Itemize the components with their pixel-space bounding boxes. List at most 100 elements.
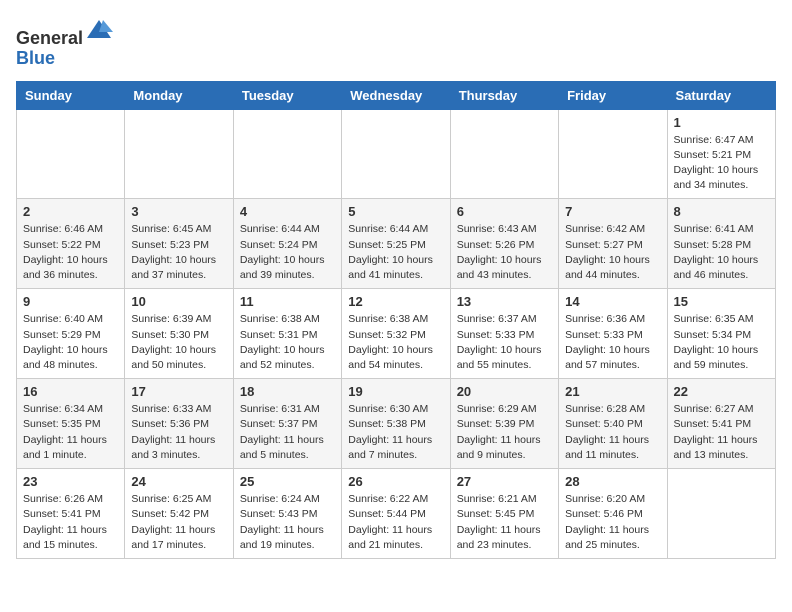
day-info: Sunrise: 6:40 AM Sunset: 5:29 PM Dayligh…	[23, 312, 118, 373]
day-info: Sunrise: 6:46 AM Sunset: 5:22 PM Dayligh…	[23, 222, 118, 283]
day-number: 17	[131, 384, 226, 399]
day-cell: 22 Sunrise: 6:27 AM Sunset: 5:41 PM Dayli…	[667, 379, 775, 469]
logo-blue: Blue	[16, 48, 55, 68]
day-number: 8	[674, 204, 769, 219]
day-number: 4	[240, 204, 335, 219]
day-cell: 20 Sunrise: 6:29 AM Sunset: 5:39 PM Dayli…	[450, 379, 558, 469]
day-number: 10	[131, 294, 226, 309]
day-cell: 27 Sunrise: 6:21 AM Sunset: 5:45 PM Dayli…	[450, 469, 558, 559]
weekday-header-tuesday: Tuesday	[233, 81, 341, 109]
day-cell: 13 Sunrise: 6:37 AM Sunset: 5:33 PM Dayli…	[450, 289, 558, 379]
day-cell	[125, 109, 233, 199]
day-info: Sunrise: 6:42 AM Sunset: 5:27 PM Dayligh…	[565, 222, 660, 283]
day-info: Sunrise: 6:21 AM Sunset: 5:45 PM Dayligh…	[457, 492, 552, 553]
day-number: 5	[348, 204, 443, 219]
day-number: 24	[131, 474, 226, 489]
day-cell: 24 Sunrise: 6:25 AM Sunset: 5:42 PM Dayli…	[125, 469, 233, 559]
day-cell: 15 Sunrise: 6:35 AM Sunset: 5:34 PM Dayli…	[667, 289, 775, 379]
day-cell	[667, 469, 775, 559]
day-cell: 5 Sunrise: 6:44 AM Sunset: 5:25 PM Daylig…	[342, 199, 450, 289]
day-number: 3	[131, 204, 226, 219]
day-info: Sunrise: 6:44 AM Sunset: 5:24 PM Dayligh…	[240, 222, 335, 283]
day-info: Sunrise: 6:31 AM Sunset: 5:37 PM Dayligh…	[240, 402, 335, 463]
day-cell: 6 Sunrise: 6:43 AM Sunset: 5:26 PM Daylig…	[450, 199, 558, 289]
day-info: Sunrise: 6:24 AM Sunset: 5:43 PM Dayligh…	[240, 492, 335, 553]
day-info: Sunrise: 6:38 AM Sunset: 5:32 PM Dayligh…	[348, 312, 443, 373]
day-info: Sunrise: 6:27 AM Sunset: 5:41 PM Dayligh…	[674, 402, 769, 463]
day-number: 2	[23, 204, 118, 219]
day-cell: 1 Sunrise: 6:47 AM Sunset: 5:21 PM Daylig…	[667, 109, 775, 199]
week-row-2: 2 Sunrise: 6:46 AM Sunset: 5:22 PM Daylig…	[17, 199, 776, 289]
day-cell: 14 Sunrise: 6:36 AM Sunset: 5:33 PM Dayli…	[559, 289, 667, 379]
day-number: 14	[565, 294, 660, 309]
day-number: 18	[240, 384, 335, 399]
day-number: 1	[674, 115, 769, 130]
day-info: Sunrise: 6:26 AM Sunset: 5:41 PM Dayligh…	[23, 492, 118, 553]
day-number: 13	[457, 294, 552, 309]
day-cell	[233, 109, 341, 199]
day-cell: 17 Sunrise: 6:33 AM Sunset: 5:36 PM Dayli…	[125, 379, 233, 469]
day-cell: 25 Sunrise: 6:24 AM Sunset: 5:43 PM Dayli…	[233, 469, 341, 559]
day-info: Sunrise: 6:37 AM Sunset: 5:33 PM Dayligh…	[457, 312, 552, 373]
day-number: 22	[674, 384, 769, 399]
day-info: Sunrise: 6:45 AM Sunset: 5:23 PM Dayligh…	[131, 222, 226, 283]
day-number: 25	[240, 474, 335, 489]
day-cell: 9 Sunrise: 6:40 AM Sunset: 5:29 PM Daylig…	[17, 289, 125, 379]
day-info: Sunrise: 6:44 AM Sunset: 5:25 PM Dayligh…	[348, 222, 443, 283]
day-cell: 10 Sunrise: 6:39 AM Sunset: 5:30 PM Dayli…	[125, 289, 233, 379]
day-number: 26	[348, 474, 443, 489]
day-cell: 19 Sunrise: 6:30 AM Sunset: 5:38 PM Dayli…	[342, 379, 450, 469]
day-cell: 3 Sunrise: 6:45 AM Sunset: 5:23 PM Daylig…	[125, 199, 233, 289]
day-number: 21	[565, 384, 660, 399]
weekday-header-monday: Monday	[125, 81, 233, 109]
day-number: 28	[565, 474, 660, 489]
weekday-header-friday: Friday	[559, 81, 667, 109]
day-cell: 16 Sunrise: 6:34 AM Sunset: 5:35 PM Dayli…	[17, 379, 125, 469]
logo: General Blue	[16, 16, 113, 69]
day-number: 16	[23, 384, 118, 399]
day-number: 6	[457, 204, 552, 219]
day-cell: 11Sunrise: 6:38 AM Sunset: 5:31 PM Dayli…	[233, 289, 341, 379]
day-number: 19	[348, 384, 443, 399]
day-cell: 8Sunrise: 6:41 AM Sunset: 5:28 PM Daylig…	[667, 199, 775, 289]
day-cell: 21Sunrise: 6:28 AM Sunset: 5:40 PM Dayli…	[559, 379, 667, 469]
weekday-header-thursday: Thursday	[450, 81, 558, 109]
day-number: 27	[457, 474, 552, 489]
logo-general: General	[16, 28, 83, 48]
day-cell: 2 Sunrise: 6:46 AM Sunset: 5:22 PM Daylig…	[17, 199, 125, 289]
day-number: 7	[565, 204, 660, 219]
day-number: 20	[457, 384, 552, 399]
day-number: 23	[23, 474, 118, 489]
day-info: Sunrise: 6:36 AM Sunset: 5:33 PM Dayligh…	[565, 312, 660, 373]
page-header: General Blue	[16, 16, 776, 69]
weekday-header-row: SundayMondayTuesdayWednesdayThursdayFrid…	[17, 81, 776, 109]
day-number: 15	[674, 294, 769, 309]
day-number: 9	[23, 294, 118, 309]
day-cell: 28 Sunrise: 6:20 AM Sunset: 5:46 PM Dayli…	[559, 469, 667, 559]
day-cell: 4 Sunrise: 6:44 AM Sunset: 5:24 PM Daylig…	[233, 199, 341, 289]
day-cell: 23 Sunrise: 6:26 AM Sunset: 5:41 PM Dayli…	[17, 469, 125, 559]
day-info: Sunrise: 6:29 AM Sunset: 5:39 PM Dayligh…	[457, 402, 552, 463]
weekday-header-wednesday: Wednesday	[342, 81, 450, 109]
day-info: Sunrise: 6:35 AM Sunset: 5:34 PM Dayligh…	[674, 312, 769, 373]
week-row-3: 9 Sunrise: 6:40 AM Sunset: 5:29 PM Daylig…	[17, 289, 776, 379]
day-cell: 7 Sunrise: 6:42 AM Sunset: 5:27 PM Daylig…	[559, 199, 667, 289]
day-number: 12	[348, 294, 443, 309]
day-info: Sunrise: 6:20 AM Sunset: 5:46 PM Dayligh…	[565, 492, 660, 553]
day-info: Sunrise: 6:30 AM Sunset: 5:38 PM Dayligh…	[348, 402, 443, 463]
weekday-header-saturday: Saturday	[667, 81, 775, 109]
day-info: Sunrise: 6:33 AM Sunset: 5:36 PM Dayligh…	[131, 402, 226, 463]
day-info: Sunrise: 6:39 AM Sunset: 5:30 PM Dayligh…	[131, 312, 226, 373]
day-cell	[17, 109, 125, 199]
day-cell: 12 Sunrise: 6:38 AM Sunset: 5:32 PM Dayli…	[342, 289, 450, 379]
day-info: Sunrise: 6:25 AM Sunset: 5:42 PM Dayligh…	[131, 492, 226, 553]
day-info: Sunrise: 6:47 AM Sunset: 5:21 PM Dayligh…	[674, 133, 769, 194]
week-row-1: 1 Sunrise: 6:47 AM Sunset: 5:21 PM Daylig…	[17, 109, 776, 199]
week-row-4: 16 Sunrise: 6:34 AM Sunset: 5:35 PM Dayli…	[17, 379, 776, 469]
day-info: Sunrise: 6:43 AM Sunset: 5:26 PM Dayligh…	[457, 222, 552, 283]
day-cell	[342, 109, 450, 199]
day-info: Sunrise: 6:34 AM Sunset: 5:35 PM Dayligh…	[23, 402, 118, 463]
day-info: Sunrise: 6:22 AM Sunset: 5:44 PM Dayligh…	[348, 492, 443, 553]
weekday-header-sunday: Sunday	[17, 81, 125, 109]
day-info: Sunrise: 6:38 AM Sunset: 5:31 PM Dayligh…	[240, 312, 335, 373]
